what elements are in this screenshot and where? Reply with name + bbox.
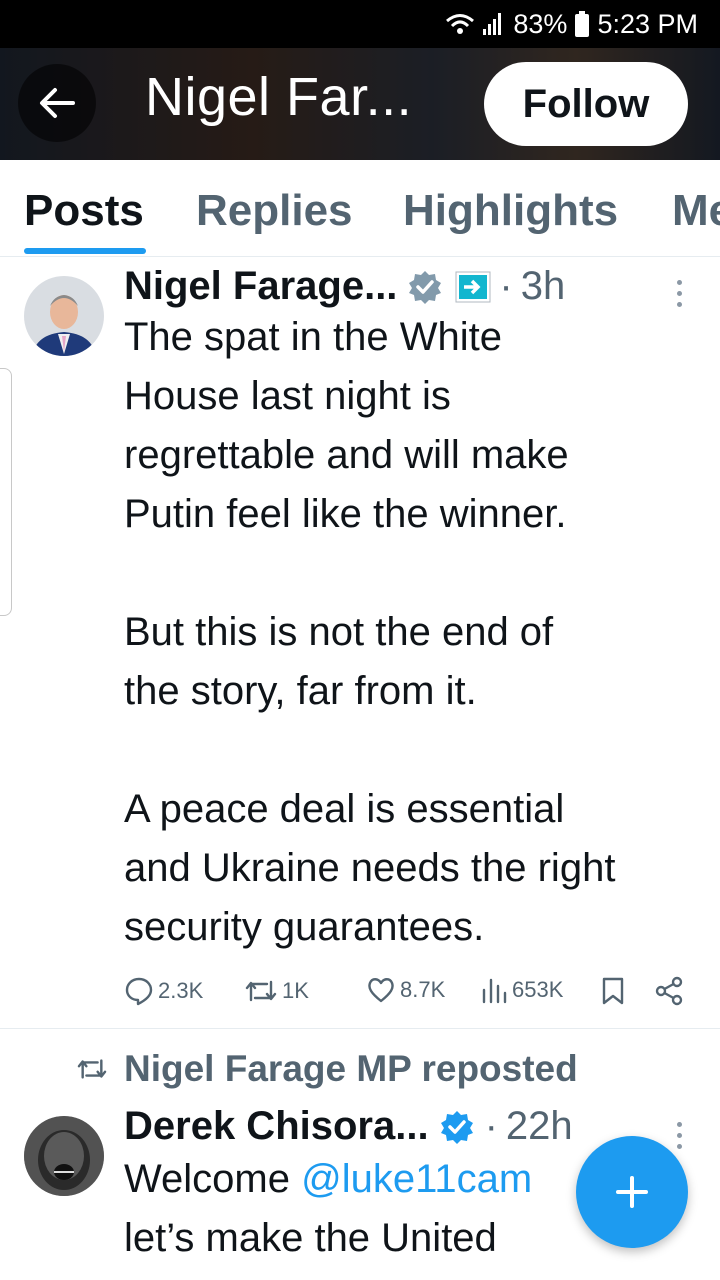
repost-button[interactable]: 1K [244, 976, 309, 1006]
reply-button[interactable]: 2.3K [124, 976, 203, 1006]
heart-icon [368, 978, 394, 1003]
tab-posts[interactable]: Posts [24, 186, 144, 236]
follow-button[interactable]: Follow [484, 62, 688, 146]
scroll-handle[interactable] [0, 368, 12, 616]
post-actions: 2.3K 1K 8.7K 653K [124, 976, 694, 1016]
repost-context: Nigel Farage MP reposted [76, 1048, 578, 1090]
tab-highlights[interactable]: Highlights [403, 186, 618, 236]
back-arrow-icon [40, 88, 75, 118]
compose-post-button[interactable] [576, 1136, 688, 1248]
back-button[interactable] [18, 64, 96, 142]
mention-link[interactable]: @luke11cam [301, 1157, 532, 1201]
plus-icon [616, 1176, 648, 1208]
post-text-prefix: Welcome [124, 1157, 302, 1201]
affiliation-badge[interactable] [455, 271, 491, 303]
page-title: Nigel Far... [145, 67, 413, 127]
active-tab-indicator [24, 248, 146, 254]
like-count: 8.7K [400, 977, 446, 1002]
tab-replies[interactable]: Replies [196, 186, 353, 236]
views-button[interactable]: 653K [480, 976, 563, 1004]
battery-icon [575, 11, 590, 37]
bookmark-button[interactable] [600, 976, 626, 1006]
verified-badge-icon [439, 1109, 475, 1145]
separator-dot: · [499, 264, 513, 308]
repost-count: 1K [282, 978, 309, 1003]
post-header: Derek Chisora... · 22h [124, 1104, 573, 1149]
post-time[interactable]: 22h [506, 1104, 573, 1149]
battery-percent: 83% [513, 8, 568, 39]
signal-icon [483, 13, 502, 35]
post-time[interactable]: 3h [521, 264, 566, 309]
bookmark-icon [602, 977, 624, 1005]
divider [0, 1028, 720, 1029]
author-name[interactable]: Derek Chisora... [124, 1104, 429, 1149]
share-button[interactable] [654, 976, 684, 1006]
post-text-line: let’s make the United [124, 1216, 497, 1260]
profile-tabs: Posts Replies Highlights Me [0, 160, 720, 257]
status-bar: 83% 5:23 PM [0, 0, 720, 48]
clock: 5:23 PM [597, 8, 698, 39]
like-button[interactable]: 8.7K [366, 976, 445, 1004]
view-count: 653K [512, 977, 564, 1002]
verified-badge-icon [407, 269, 443, 305]
tab-media[interactable]: Me [672, 186, 720, 236]
reply-icon [125, 977, 153, 1006]
views-icon [482, 978, 507, 1004]
repost-icon [77, 1059, 107, 1079]
post-text: The spat in the White House last night i… [124, 315, 616, 949]
separator-dot: · [484, 1104, 498, 1148]
profile-header: Nigel Far... Follow [0, 48, 720, 160]
avatar[interactable] [24, 276, 104, 356]
post-header: Nigel Farage... · 3h [124, 264, 565, 309]
repost-label[interactable]: Nigel Farage MP reposted [124, 1048, 578, 1090]
author-name[interactable]: Nigel Farage... [124, 264, 397, 309]
share-icon [655, 976, 683, 1006]
wifi-icon [445, 13, 475, 35]
repost-icon [245, 980, 277, 1002]
reply-count: 2.3K [158, 978, 204, 1003]
avatar[interactable] [24, 1116, 104, 1196]
